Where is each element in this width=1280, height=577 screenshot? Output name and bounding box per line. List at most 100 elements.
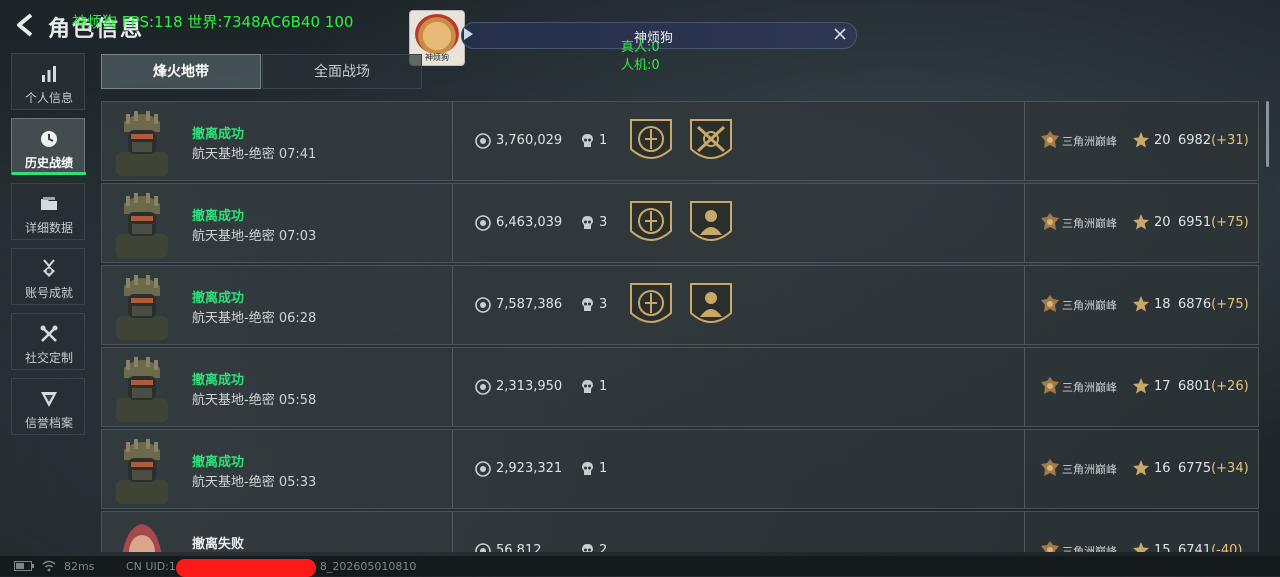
- round-shield-badge-icon[interactable]: [628, 199, 674, 249]
- real-player-count: 真人:0: [621, 40, 660, 55]
- rank-emblem-icon: [1040, 212, 1060, 232]
- skull-icon: [580, 297, 595, 312]
- match-row[interactable]: 撤离成功 航天基地-绝密 06:28 7,587,386 3 三角洲巅峰 18 6876(+…: [101, 265, 1259, 345]
- crossed-guns-badge-icon[interactable]: [688, 117, 734, 167]
- match-row[interactable]: 撤离成功 航天基地-绝密 07:03 6,463,039 3 三角洲巅峰 20 6951(+…: [101, 183, 1259, 263]
- loot-value: 7,587,386: [496, 297, 563, 312]
- close-icon[interactable]: [833, 27, 847, 41]
- kill-count: 3: [599, 297, 608, 312]
- rank-emblem-icon: [1040, 376, 1060, 396]
- star-icon: [1132, 213, 1150, 231]
- sidebar-item-label: 个人信息: [24, 91, 73, 105]
- rank-emblem-icon: [1040, 458, 1060, 478]
- extraction-status: 撤离失败: [192, 537, 245, 552]
- rank-score: 6775(+34): [1178, 461, 1249, 476]
- rank-name: 三角洲巅峰: [1062, 381, 1117, 394]
- mode-tabs: 烽火地带 全面战场: [101, 54, 422, 89]
- match-duration: 07:03: [278, 229, 317, 244]
- divider: [1024, 430, 1025, 508]
- rank-level: 17: [1154, 379, 1171, 394]
- kill-count: 1: [599, 379, 608, 394]
- loot-value: 6,463,039: [496, 215, 563, 230]
- sidebar-item-label: 账号成就: [24, 286, 73, 300]
- divider: [452, 102, 453, 180]
- match-row[interactable]: 撤离成功 航天基地-绝密 05:58 2,313,950 1 三角洲巅峰 17 6801(+…: [101, 347, 1259, 427]
- sidebar-item-label: 信誉档案: [24, 416, 73, 430]
- sidebar-item-reputation[interactable]: 信誉档案: [11, 378, 85, 435]
- kill-count: 1: [599, 133, 608, 148]
- divider: [452, 512, 453, 552]
- operator-badge-icon[interactable]: [688, 199, 734, 249]
- score-value: 6951: [1178, 215, 1212, 230]
- tab-full-battlefield[interactable]: 全面战场: [262, 54, 422, 89]
- operator-portrait: [112, 436, 172, 504]
- ping-text: 82ms: [64, 560, 95, 573]
- sidebar-item-detailed-data[interactable]: 详细数据: [11, 183, 85, 240]
- score-delta: (+31): [1211, 133, 1249, 148]
- dog-avatar-icon: [415, 14, 459, 54]
- scrollbar[interactable]: [1266, 101, 1269, 167]
- match-duration: 06:28: [278, 311, 317, 326]
- star-icon: [1132, 541, 1150, 552]
- skull-icon: [580, 133, 595, 148]
- loot-value: 2,923,321: [496, 461, 563, 476]
- kill-count: 3: [599, 215, 608, 230]
- match-duration: 07:41: [278, 147, 317, 162]
- score-value: 6775: [1178, 461, 1212, 476]
- kill-count: 2: [599, 543, 608, 552]
- battery-icon: [14, 561, 34, 571]
- score-value: 6801: [1178, 379, 1212, 394]
- uid-suffix: 8_202605010810: [319, 560, 417, 573]
- folder-icon: [41, 197, 57, 210]
- kill-count: 1: [599, 461, 608, 476]
- operator-badge-icon[interactable]: [688, 281, 734, 331]
- bot-count: 人机:0: [621, 58, 660, 73]
- rank-name: 三角洲巅峰: [1062, 299, 1117, 312]
- skull-icon: [580, 215, 595, 230]
- rank-name: 三角洲巅峰: [1062, 463, 1117, 476]
- rank-name: 三角洲巅峰: [1062, 545, 1117, 552]
- sidebar-item-personal-info[interactable]: 个人信息: [11, 53, 85, 110]
- extraction-status: 撤离成功: [192, 127, 245, 142]
- loot-value: 56,812: [496, 543, 542, 552]
- score-delta: (-40): [1211, 543, 1243, 552]
- match-row[interactable]: 撤离失败 56,812 2 三角洲巅峰 15 6741(-40): [101, 511, 1259, 552]
- shield-icon: [41, 392, 57, 407]
- rank-emblem-icon: [1040, 294, 1060, 314]
- star-icon: [1132, 377, 1150, 395]
- coin-icon: [475, 461, 491, 477]
- round-shield-badge-icon[interactable]: [628, 281, 674, 331]
- rank-level: 20: [1154, 133, 1171, 148]
- sidebar-item-match-history[interactable]: 历史战绩: [11, 118, 86, 175]
- coin-icon: [475, 133, 491, 149]
- divider: [452, 184, 453, 262]
- rank-score: 6876(+75): [1178, 297, 1249, 312]
- star-icon: [1132, 295, 1150, 313]
- divider: [1024, 266, 1025, 344]
- extraction-status: 撤离成功: [192, 291, 245, 306]
- operator-portrait: [112, 108, 172, 176]
- skull-icon: [580, 461, 595, 476]
- match-duration: 05:58: [278, 393, 317, 408]
- coin-icon: [475, 543, 491, 552]
- tab-warzone[interactable]: 烽火地带: [101, 54, 261, 89]
- round-shield-badge-icon[interactable]: [628, 117, 674, 167]
- coin-icon: [475, 379, 491, 395]
- rank-score: 6741(-40): [1178, 543, 1242, 552]
- redaction-mark: [176, 559, 316, 577]
- map-and-duration: 航天基地-绝密 07:03: [192, 225, 316, 244]
- map-name: 航天基地-绝密: [192, 229, 275, 244]
- map-and-duration: 航天基地-绝密 07:41: [192, 143, 316, 162]
- back-arrow-icon[interactable]: [12, 12, 38, 38]
- sidebar-item-achievements[interactable]: 账号成就: [11, 248, 85, 305]
- loot-value: 3,760,029: [496, 133, 563, 148]
- divider: [1024, 184, 1025, 262]
- map-and-duration: 航天基地-绝密 06:28: [192, 307, 316, 326]
- score-delta: (+75): [1211, 297, 1249, 312]
- top-bar: 角色信息 神烦狗 FPS:118 世界:7348AC6B40 100 神烦狗 神…: [0, 0, 1280, 73]
- sidebar-item-label: 详细数据: [24, 221, 73, 235]
- divider: [452, 266, 453, 344]
- sidebar-item-social-custom[interactable]: 社交定制: [11, 313, 85, 370]
- match-row[interactable]: 撤离成功 航天基地-绝密 05:33 2,923,321 1 三角洲巅峰 16 6775(+…: [101, 429, 1259, 509]
- match-row[interactable]: 撤离成功 航天基地-绝密 07:41 3,760,029 1 三角洲巅峰 20 6982(+…: [101, 101, 1259, 181]
